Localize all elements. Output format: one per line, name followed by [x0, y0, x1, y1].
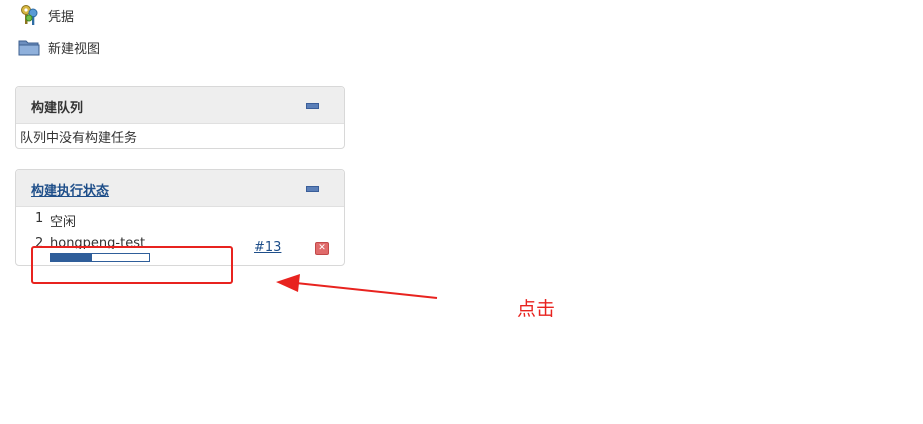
annotation-arrow-icon: [276, 274, 438, 299]
annotation-text: 点击: [517, 298, 556, 320]
